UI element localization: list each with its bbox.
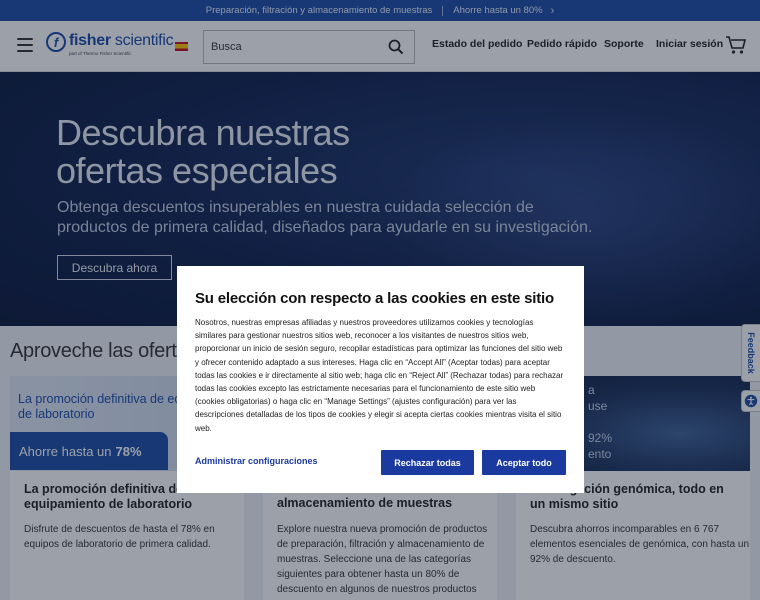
cookie-dialog-title: Su elección con respecto a las cookies e… [195,290,554,307]
cookie-consent-dialog: Su elección con respecto a las cookies e… [177,266,584,493]
accept-all-button[interactable]: Aceptar todo [482,450,566,475]
manage-settings-button[interactable]: Administrar configuraciones [195,456,318,466]
cookie-dialog-body: Nosotros, nuestras empresas afiliadas y … [195,318,564,433]
reject-all-button[interactable]: Rechazar todas [381,450,474,475]
